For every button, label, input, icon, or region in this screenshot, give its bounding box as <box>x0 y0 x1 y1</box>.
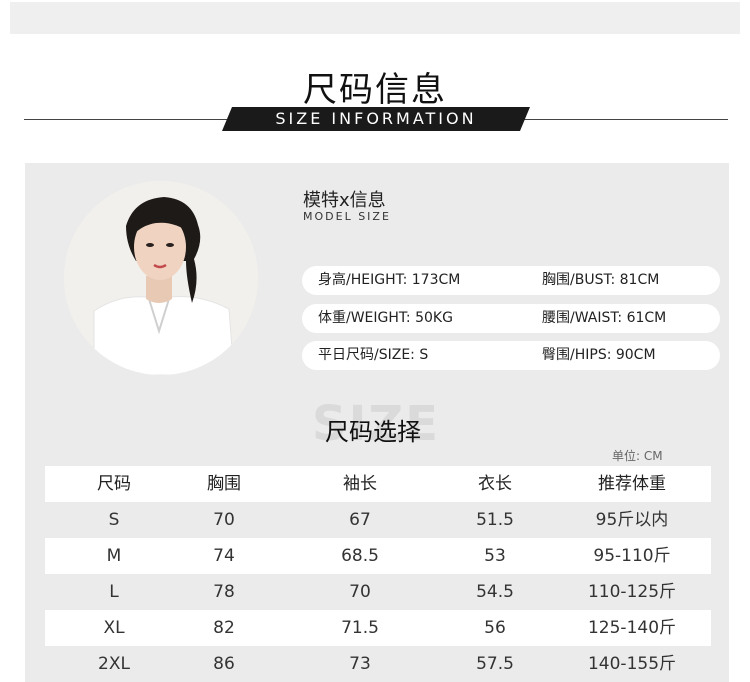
model-info-subtitle: MODEL SIZE <box>303 210 391 223</box>
header-size: 尺码 <box>97 474 131 494</box>
cell-sleeve: 68.5 <box>341 546 379 566</box>
model-waist: 腰围/WAIST: 61CM <box>542 310 667 326</box>
cell-length: 57.5 <box>476 654 514 674</box>
cell-sleeve: 70 <box>349 582 371 602</box>
title-rule-left <box>24 119 234 120</box>
model-hips: 臀围/HIPS: 90CM <box>542 347 656 363</box>
page-title: 尺码信息 <box>303 70 447 110</box>
cell-length: 51.5 <box>476 510 514 530</box>
model-usual-size: 平日尺码/SIZE: S <box>318 347 429 363</box>
header-weight: 推荐体重 <box>598 474 666 494</box>
cell-weight: 95-110斤 <box>593 546 671 566</box>
cell-size: S <box>108 510 120 530</box>
unit-note: 单位: CM <box>612 449 663 463</box>
cell-sleeve: 71.5 <box>341 618 379 638</box>
cell-bust: 86 <box>213 654 235 674</box>
model-photo-illustration <box>64 181 258 375</box>
table-row: S 70 67 51.5 95斤以内 <box>45 502 711 538</box>
model-info-title: 模特x信息 <box>303 190 386 211</box>
cell-size: M <box>106 546 122 566</box>
model-height: 身高/HEIGHT: 173CM <box>318 272 461 288</box>
cell-weight: 140-155斤 <box>587 654 677 674</box>
title-rule-right <box>518 119 728 120</box>
cell-bust: 78 <box>213 582 235 602</box>
cell-size: 2XL <box>98 654 130 674</box>
table-row: M 74 68.5 53 95-110斤 <box>45 538 711 574</box>
table-header-row: 尺码 胸围 袖长 衣长 推荐体重 <box>45 466 711 502</box>
header-bust: 胸围 <box>207 474 241 494</box>
cell-sleeve: 67 <box>349 510 371 530</box>
title-banner: SIZE INFORMATION <box>222 107 530 131</box>
cell-length: 53 <box>484 546 506 566</box>
size-selection-title: 尺码选择 <box>325 418 421 446</box>
table-row: XL 82 71.5 56 125-140斤 <box>45 610 711 646</box>
model-bust: 胸围/BUST: 81CM <box>542 272 660 288</box>
model-info-row: 体重/WEIGHT: 50KG 腰围/WAIST: 61CM <box>302 304 720 333</box>
cell-weight: 110-125斤 <box>587 582 677 602</box>
size-table: 尺码 胸围 袖长 衣长 推荐体重 S 70 67 51.5 95斤以内 M 74… <box>45 466 711 682</box>
table-row: L 78 70 54.5 110-125斤 <box>45 574 711 610</box>
model-photo <box>64 181 258 375</box>
cell-size: XL <box>103 618 125 638</box>
model-weight: 体重/WEIGHT: 50KG <box>318 310 453 326</box>
cell-length: 54.5 <box>476 582 514 602</box>
cell-weight: 125-140斤 <box>587 618 677 638</box>
header-sleeve: 袖长 <box>343 474 377 494</box>
table-row: 2XL 86 73 57.5 140-155斤 <box>45 646 711 682</box>
cell-bust: 74 <box>213 546 235 566</box>
model-info-row: 平日尺码/SIZE: S 臀围/HIPS: 90CM <box>302 341 720 370</box>
cell-length: 56 <box>484 618 506 638</box>
cell-size: L <box>109 582 119 602</box>
header-length: 衣长 <box>478 474 512 494</box>
cell-bust: 70 <box>213 510 235 530</box>
cell-weight: 95斤以内 <box>595 510 669 530</box>
top-strip <box>10 2 740 34</box>
cell-bust: 82 <box>213 618 235 638</box>
model-info-row: 身高/HEIGHT: 173CM 胸围/BUST: 81CM <box>302 266 720 295</box>
cell-sleeve: 73 <box>349 654 371 674</box>
